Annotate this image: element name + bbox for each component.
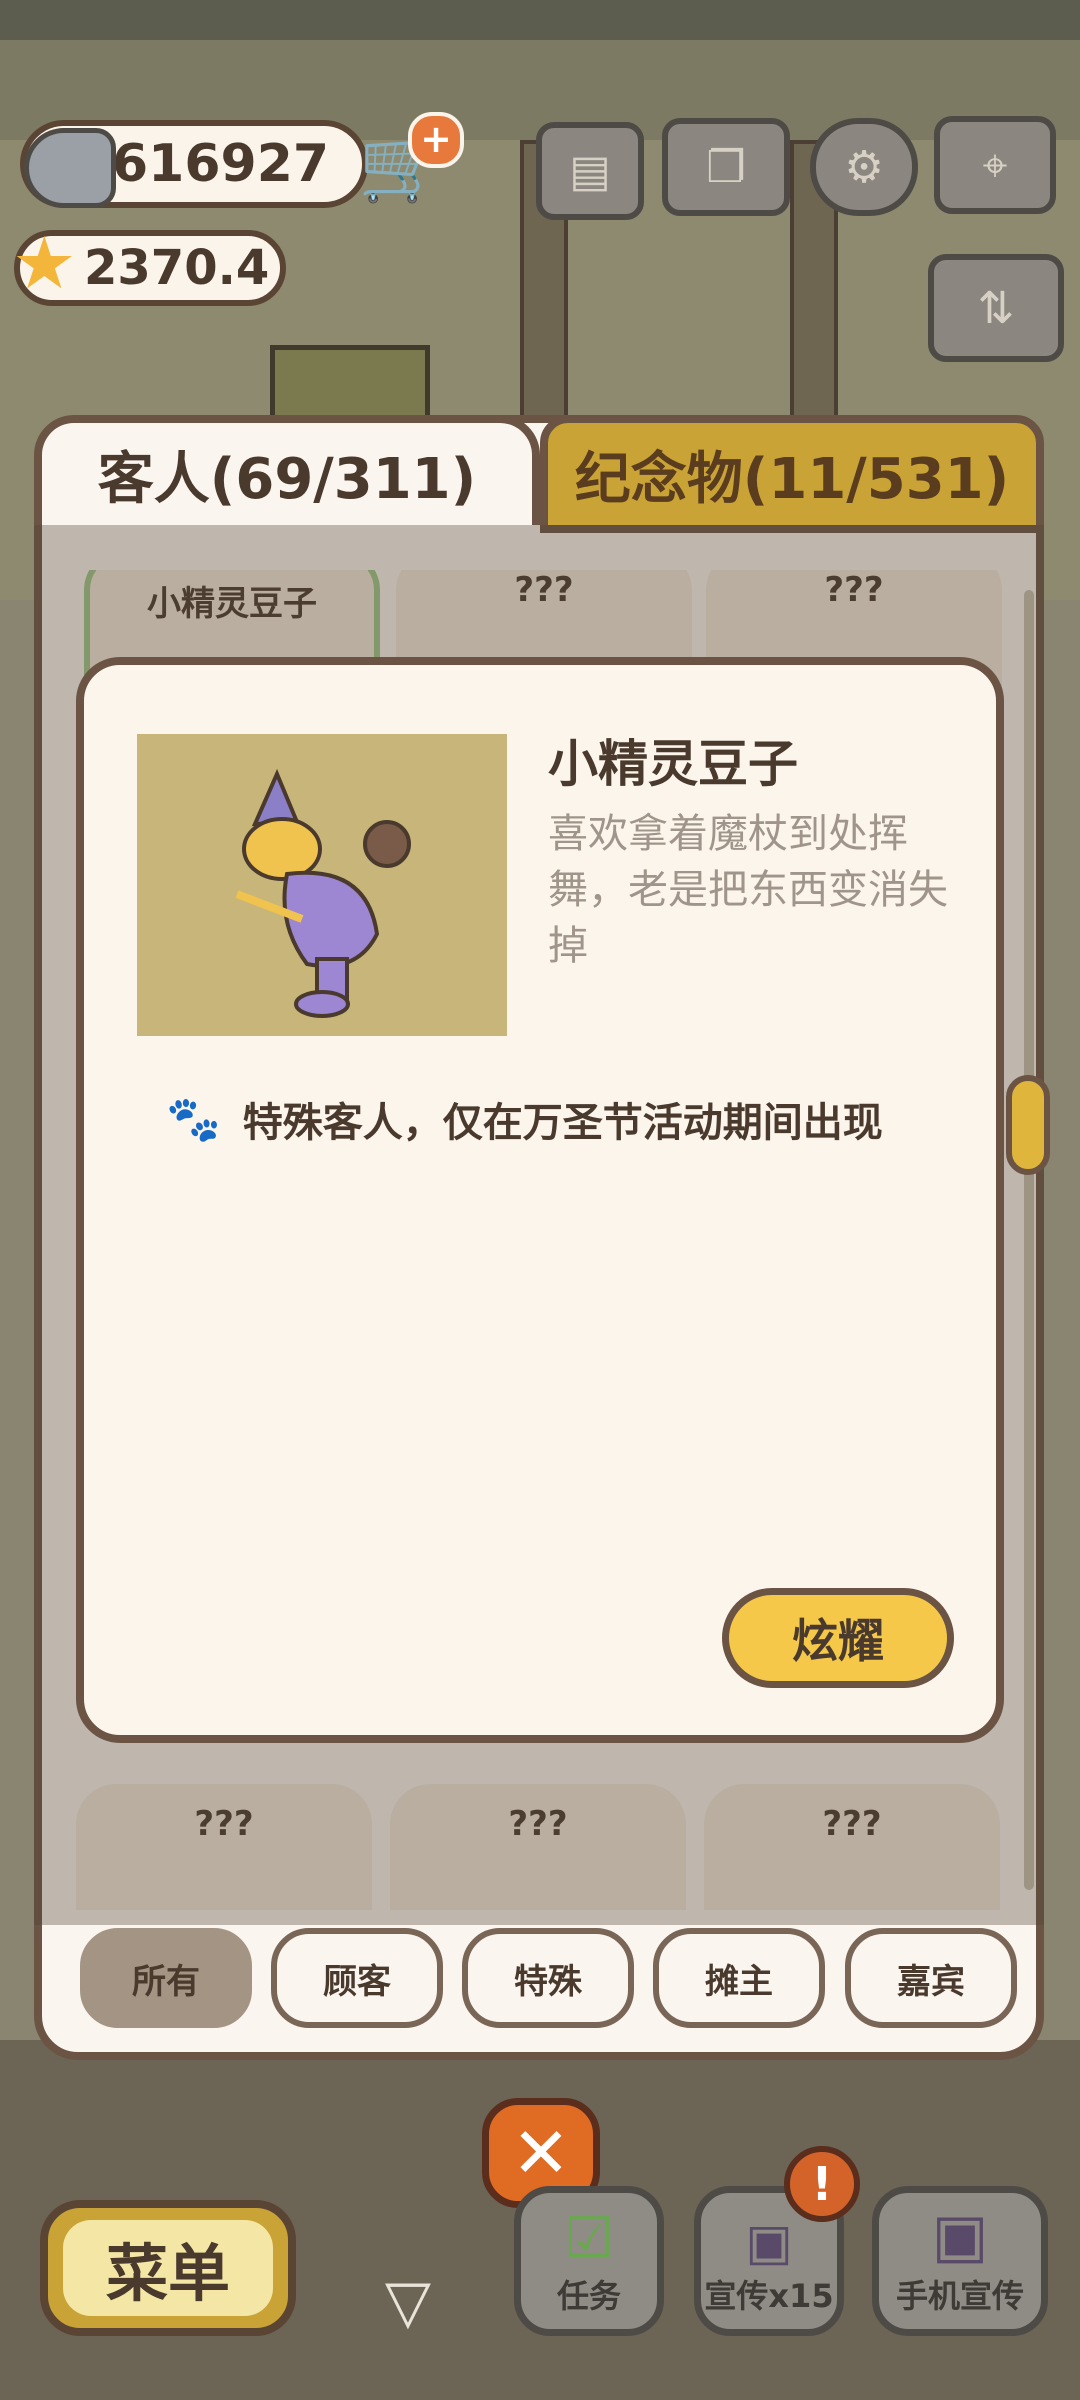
map-icon[interactable]: ⌖ <box>934 116 1056 214</box>
special-note: 🐾 特殊客人，仅在万圣节活动期间出现 <box>166 1090 883 1148</box>
menu-button[interactable]: 菜单 <box>40 2200 296 2336</box>
star-currency-value: 2370.4 <box>84 240 270 296</box>
filter-guests[interactable]: 嘉宾 <box>845 1928 1017 2028</box>
fish-currency-value: 616927 <box>112 134 330 194</box>
promo-label: 宣传x15 <box>704 2277 834 2315</box>
fish-bone-frame <box>270 345 430 425</box>
alert-badge: ! <box>784 2146 860 2222</box>
filter-vendors[interactable]: 摊主 <box>653 1928 825 2028</box>
star-icon: ★ <box>12 221 77 305</box>
task-label: 任务 <box>556 2277 621 2315</box>
phone-icon: ▣ <box>931 2201 989 2271</box>
tab-souvenirs[interactable]: 纪念物(11/531) <box>540 415 1044 533</box>
plus-icon[interactable]: + <box>408 112 464 168</box>
filter-special[interactable]: 特殊 <box>462 1928 634 2028</box>
task-button[interactable]: ☑ 任务 <box>514 2186 664 2336</box>
customer-portrait <box>137 734 507 1036</box>
gear-icon[interactable]: ⚙ <box>810 118 918 216</box>
scroll-handle[interactable] <box>1006 1075 1050 1175</box>
book-icon[interactable]: ❐ <box>662 118 790 216</box>
show-off-button[interactable]: 炫耀 <box>722 1588 954 1688</box>
menu-label: 菜单 <box>63 2220 273 2316</box>
filter-customers[interactable]: 顾客 <box>271 1928 443 2028</box>
card-icon[interactable]: ▤ <box>536 122 644 220</box>
filter-all[interactable]: 所有 <box>80 1928 252 2028</box>
sort-icon[interactable]: ⇅ <box>928 254 1064 362</box>
tab-customers[interactable]: 客人(69/311) <box>34 415 540 525</box>
special-note-text: 特殊客人，仅在万圣节活动期间出现 <box>242 1100 883 1146</box>
chevron-down-icon[interactable]: ▽ <box>368 2272 448 2332</box>
phone-promo-label: 手机宣传 <box>895 2277 1024 2315</box>
fish-icon <box>24 128 116 208</box>
paw-icon: 🐾 <box>166 1094 221 1145</box>
customer-description: 喜欢拿着魔杖到处挥舞，老是把东西变消失掉 <box>548 811 948 969</box>
customer-name: 小精灵豆子 <box>548 735 798 793</box>
wizard-dog-illustration <box>235 768 411 1018</box>
phone-icon: ▣ <box>745 2213 793 2271</box>
checkbox-icon: ☑ <box>563 2206 615 2271</box>
phone-promo-button[interactable]: ▣ 手机宣传 <box>872 2186 1048 2336</box>
